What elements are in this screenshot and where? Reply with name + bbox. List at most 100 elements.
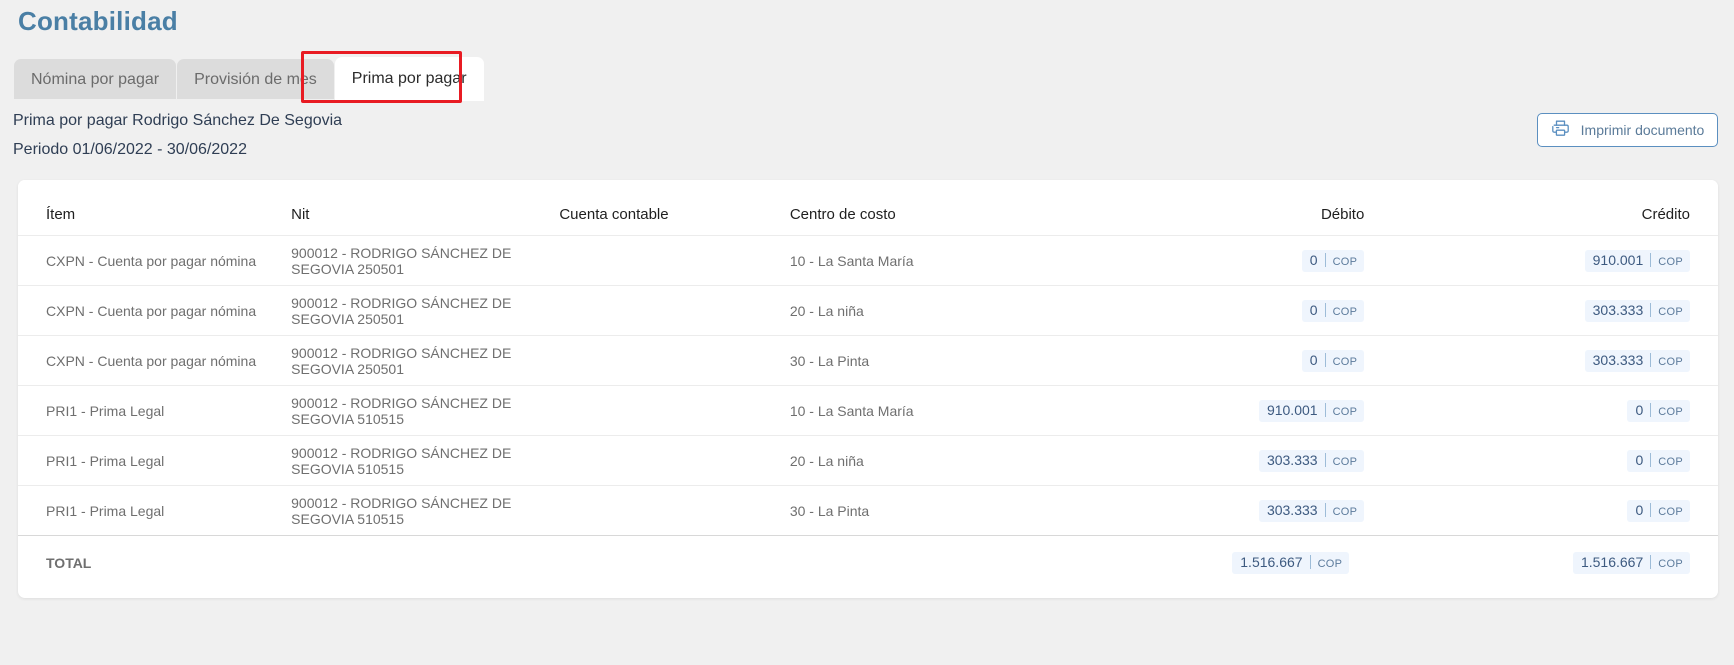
cell-credito: 303.333 COP bbox=[1409, 285, 1718, 336]
tab-prima-por-pagar[interactable]: Prima por pagar bbox=[334, 57, 484, 101]
money-amount: 1.516.667 bbox=[1581, 555, 1652, 570]
money-currency: COP bbox=[1658, 355, 1683, 368]
cell-item: CXPN - Cuenta por pagar nómina bbox=[18, 235, 287, 286]
total-debito: 1.516.667 COP bbox=[1105, 535, 1410, 591]
cell-cuenta-contable bbox=[559, 385, 772, 436]
total-spacer-nit bbox=[286, 535, 560, 591]
total-spacer-cuenta bbox=[559, 535, 772, 591]
money-currency: COP bbox=[1332, 355, 1358, 368]
cell-nit: 900012 - RODRIGO SÁNCHEZ DE SEGOVIA 2505… bbox=[286, 235, 560, 286]
printer-icon bbox=[1551, 119, 1570, 142]
money-amount: 0 bbox=[1635, 452, 1652, 467]
money-amount: 303.333 bbox=[1593, 302, 1652, 317]
money-currency: COP bbox=[1332, 505, 1358, 518]
money-chip: 1.516.667 COP bbox=[1232, 552, 1350, 575]
table-row[interactable]: PRI1 - Prima Legal 900012 - RODRIGO SÁNCH… bbox=[18, 435, 1718, 486]
money-amount: 0 bbox=[1310, 352, 1326, 367]
column-header-cuenta-contable: Cuenta contable bbox=[559, 180, 772, 236]
cell-item: PRI1 - Prima Legal bbox=[18, 385, 287, 436]
money-chip: 303.333 COP bbox=[1258, 499, 1365, 522]
money-currency: COP bbox=[1332, 305, 1358, 318]
cell-debito: 303.333 COP bbox=[1105, 485, 1410, 536]
total-label: TOTAL bbox=[18, 535, 287, 591]
tab-label: Provisión de mes bbox=[194, 71, 317, 88]
cell-credito: 910.001 COP bbox=[1409, 235, 1718, 286]
money-currency: COP bbox=[1658, 255, 1683, 268]
cell-centro-de-costo: 30 - La Pinta bbox=[771, 485, 1106, 536]
table-row[interactable]: PRI1 - Prima Legal 900012 - RODRIGO SÁNCH… bbox=[18, 485, 1718, 536]
money-currency: COP bbox=[1658, 558, 1683, 571]
money-currency: COP bbox=[1658, 455, 1683, 468]
money-amount: 303.333 bbox=[1267, 502, 1326, 517]
money-chip: 0 COP bbox=[1627, 449, 1690, 472]
cell-item: CXPN - Cuenta por pagar nómina bbox=[18, 285, 287, 336]
cell-nit: 900012 - RODRIGO SÁNCHEZ DE SEGOVIA 5105… bbox=[286, 485, 560, 536]
table-header-row: Ítem Nit Cuenta contable Centro de costo… bbox=[18, 180, 1718, 236]
tab-label: Prima por pagar bbox=[351, 70, 467, 87]
cell-debito: 303.333 COP bbox=[1105, 435, 1410, 486]
table-row[interactable]: CXPN - Cuenta por pagar nómina 900012 - R… bbox=[18, 285, 1718, 336]
tab-provision-de-mes[interactable]: Provisión de mes bbox=[177, 59, 334, 101]
print-document-button[interactable]: Imprimir documento bbox=[1537, 113, 1718, 147]
money-chip: 0 COP bbox=[1301, 249, 1365, 272]
cell-cuenta-contable bbox=[559, 485, 772, 536]
cell-nit: 900012 - RODRIGO SÁNCHEZ DE SEGOVIA 5105… bbox=[286, 385, 560, 436]
cell-credito: 0 COP bbox=[1409, 485, 1718, 536]
cell-item: PRI1 - Prima Legal bbox=[18, 435, 287, 486]
page-title: Contabilidad bbox=[18, 6, 178, 36]
cell-credito: 0 COP bbox=[1409, 435, 1718, 486]
document-title: Prima por pagar Rodrigo Sánchez De Segov… bbox=[13, 112, 343, 129]
accounting-table-card: Ítem Nit Cuenta contable Centro de costo… bbox=[18, 180, 1718, 598]
cell-debito: 0 COP bbox=[1105, 335, 1410, 386]
subheader-text-block: Prima por pagar Rodrigo Sánchez De Segov… bbox=[13, 109, 342, 162]
cell-centro-de-costo: 10 - La Santa María bbox=[771, 235, 1106, 286]
cell-item: PRI1 - Prima Legal bbox=[18, 485, 287, 536]
column-header-centro-de-costo: Centro de costo bbox=[771, 180, 1106, 236]
money-amount: 910.001 bbox=[1593, 252, 1652, 267]
money-chip: 0 COP bbox=[1301, 349, 1365, 372]
money-chip: 303.333 COP bbox=[1258, 449, 1365, 472]
accounting-table: Ítem Nit Cuenta contable Centro de costo… bbox=[18, 180, 1718, 591]
money-amount: 0 bbox=[1310, 302, 1326, 317]
cell-nit: 900012 - RODRIGO SÁNCHEZ DE SEGOVIA 5105… bbox=[286, 435, 560, 486]
cell-nit: 900012 - RODRIGO SÁNCHEZ DE SEGOVIA 2505… bbox=[286, 335, 560, 386]
column-header-nit: Nit bbox=[286, 180, 560, 236]
table-body: CXPN - Cuenta por pagar nómina 900012 - R… bbox=[18, 235, 1718, 591]
money-chip: 910.001 COP bbox=[1258, 399, 1365, 422]
document-subheader: Prima por pagar Rodrigo Sánchez De Segov… bbox=[0, 103, 1734, 173]
money-amount: 1.516.667 bbox=[1240, 555, 1311, 570]
accounting-page: Contabilidad Nómina por pagar Provisión … bbox=[0, 0, 1734, 665]
cell-cuenta-contable bbox=[559, 335, 772, 386]
cell-nit: 900012 - RODRIGO SÁNCHEZ DE SEGOVIA 2505… bbox=[286, 285, 560, 336]
cell-debito: 910.001 COP bbox=[1105, 385, 1410, 436]
money-currency: COP bbox=[1332, 455, 1358, 468]
total-spacer-centro bbox=[771, 535, 1106, 591]
print-document-label: Imprimir documento bbox=[1580, 122, 1705, 138]
table-total-row: TOTAL 1.516.667 COP 1.516.667 COP bbox=[18, 535, 1718, 591]
cell-cuenta-contable bbox=[559, 285, 772, 336]
money-amount: 303.333 bbox=[1593, 352, 1652, 367]
cell-centro-de-costo: 10 - La Santa María bbox=[771, 385, 1106, 436]
cell-centro-de-costo: 30 - La Pinta bbox=[771, 335, 1106, 386]
column-header-credito: Crédito bbox=[1409, 180, 1718, 236]
money-chip: 0 COP bbox=[1627, 499, 1690, 522]
tab-nomina-por-pagar[interactable]: Nómina por pagar bbox=[14, 59, 177, 101]
cell-cuenta-contable bbox=[559, 235, 772, 286]
money-amount: 910.001 bbox=[1267, 402, 1326, 417]
money-currency: COP bbox=[1658, 505, 1683, 518]
money-chip: 303.333 COP bbox=[1584, 349, 1690, 372]
money-amount: 0 bbox=[1635, 402, 1652, 417]
table-row[interactable]: CXPN - Cuenta por pagar nómina 900012 - R… bbox=[18, 335, 1718, 386]
money-amount: 0 bbox=[1310, 252, 1326, 267]
cell-centro-de-costo: 20 - La niña bbox=[771, 285, 1106, 336]
cell-cuenta-contable bbox=[559, 435, 772, 486]
money-amount: 303.333 bbox=[1267, 452, 1326, 467]
money-currency: COP bbox=[1658, 305, 1683, 318]
table-row[interactable]: PRI1 - Prima Legal 900012 - RODRIGO SÁNCH… bbox=[18, 385, 1718, 436]
money-chip: 0 COP bbox=[1627, 399, 1690, 422]
money-amount: 0 bbox=[1635, 502, 1652, 517]
table-row[interactable]: CXPN - Cuenta por pagar nómina 900012 - R… bbox=[18, 235, 1718, 286]
tab-baseline bbox=[0, 99, 1734, 101]
column-header-item: Ítem bbox=[18, 180, 287, 236]
scrollbar-gutter[interactable] bbox=[1720, 0, 1734, 665]
